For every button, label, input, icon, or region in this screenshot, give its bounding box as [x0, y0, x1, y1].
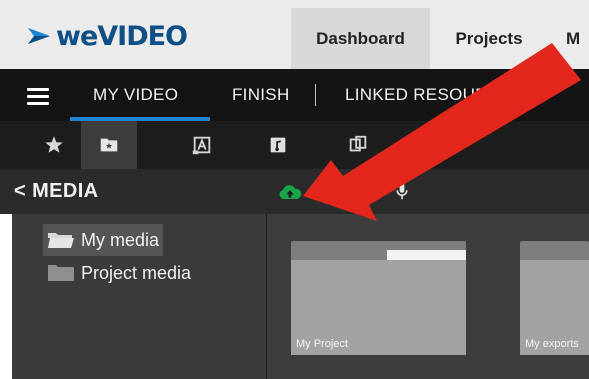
- folder-card-my-exports[interactable]: My exports: [520, 241, 589, 355]
- tree-item-my-media[interactable]: My media: [43, 224, 164, 256]
- wevideo-logo[interactable]: weVIDEO: [26, 20, 188, 52]
- media-title: MEDIA: [32, 180, 99, 202]
- hamburger-menu-icon[interactable]: [27, 88, 49, 105]
- asset-toolbar: [0, 121, 589, 169]
- tab-divider: [315, 84, 316, 106]
- upload-icon[interactable]: [277, 181, 303, 203]
- star-icon[interactable]: [26, 121, 82, 169]
- logo-arrow-icon: [28, 28, 50, 44]
- media-folder-icon[interactable]: [81, 121, 137, 169]
- tree-item-label: My media: [81, 229, 160, 250]
- top-header: weVIDEO Dashboard Projects M: [0, 0, 589, 69]
- tab-finish[interactable]: FINISH: [232, 69, 290, 121]
- text-icon[interactable]: [174, 121, 230, 169]
- media-tree-panel: My media Project media: [12, 214, 266, 379]
- frames-icon[interactable]: [412, 121, 468, 169]
- logo-text: weVIDEO: [56, 20, 188, 52]
- wevideo-app: weVIDEO Dashboard Projects M MY VIDEO FI…: [0, 0, 589, 379]
- nav-dashboard[interactable]: Dashboard: [291, 8, 430, 69]
- microphone-icon[interactable]: [389, 181, 415, 203]
- folder-card-my-project[interactable]: My Project: [291, 241, 466, 355]
- nav-more[interactable]: M: [566, 8, 589, 69]
- tab-my-video[interactable]: MY VIDEO: [93, 69, 178, 121]
- back-chevron: <: [14, 180, 27, 202]
- tree-item-project-media[interactable]: Project media: [43, 257, 195, 289]
- folder-caption: My exports: [525, 338, 579, 350]
- music-icon[interactable]: [250, 121, 306, 169]
- record-icon[interactable]: [333, 181, 359, 203]
- nav-projects[interactable]: Projects: [430, 8, 548, 69]
- transitions-icon[interactable]: [330, 121, 386, 169]
- tab-linked-resources[interactable]: LINKED RESOURCES: [345, 69, 524, 121]
- open-folder-icon: [48, 233, 74, 248]
- folder-caption: My Project: [296, 338, 348, 350]
- media-grid-panel: My Project My exports: [267, 214, 589, 379]
- editor-tab-bar: MY VIDEO FINISH LINKED RESOURCES: [0, 69, 589, 121]
- media-back-button[interactable]: < MEDIA: [14, 180, 99, 203]
- media-header: < MEDIA: [0, 169, 589, 214]
- tree-item-label: Project media: [81, 262, 192, 283]
- folder-icon: [48, 265, 74, 281]
